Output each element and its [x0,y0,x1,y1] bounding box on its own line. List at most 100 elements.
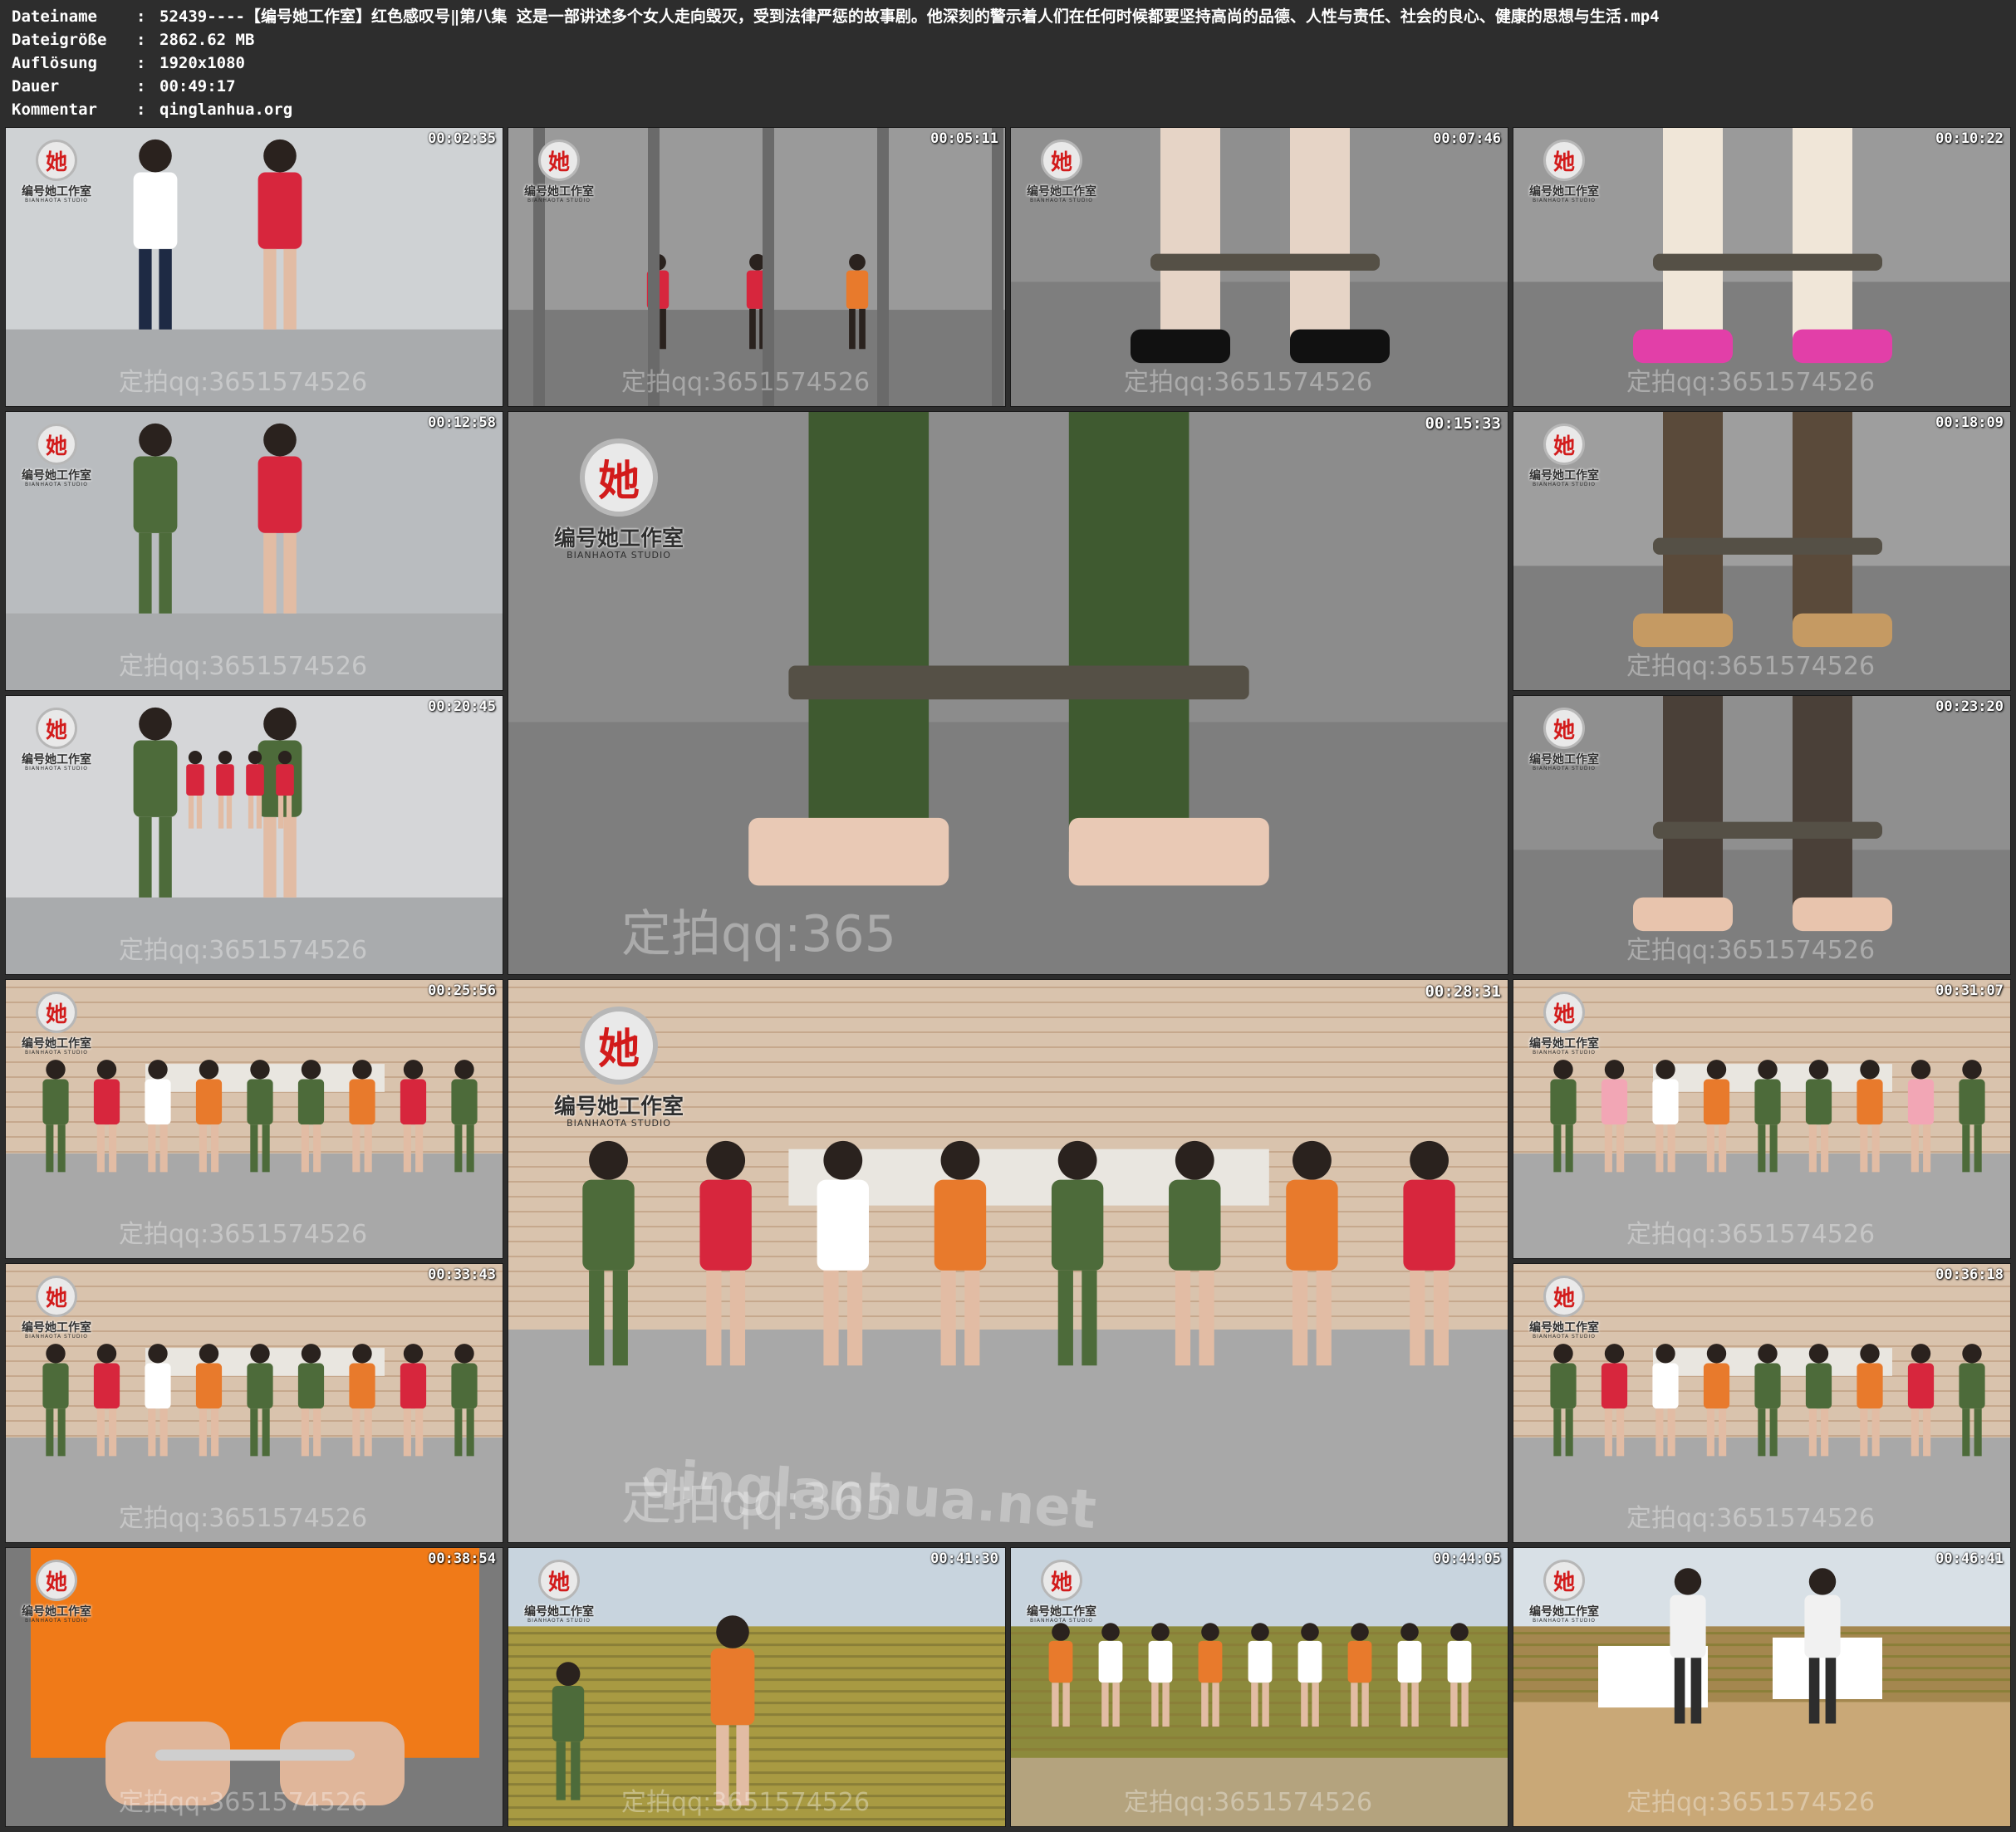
logo-brand: 编号她工作室 [1027,1605,1096,1619]
video-thumbnail[interactable]: 她编号她工作室 BIANHAOTA STUDIO 00:31:07 定拍qq:3651… [1513,979,2011,1259]
video-thumbnail[interactable]: 她编号她工作室 BIANHAOTA STUDIO 00:12:58 定拍qq:3651… [5,411,503,691]
contact-watermark: 定拍qq:365 [621,905,896,963]
logo-glyph: 她 [45,434,67,459]
video-thumbnail[interactable]: 她编号她工作室 BIANHAOTA STUDIO 00:20:45 定拍qq:3651… [5,695,503,975]
logo-brand: 编号她工作室 [553,527,684,551]
studio-logo: 她编号她工作室 BIANHAOTA STUDIO [19,1555,94,1631]
logo-subtitle: BIANHAOTA STUDIO [1030,1618,1093,1624]
thumbnail-timestamp: 00:18:09 [1935,414,2004,431]
thumbnail-timestamp: 00:02:35 [428,130,496,147]
contact-watermark: 定拍qq:3651574526 [1626,368,1876,397]
padlock-logo-icon: 她 [1543,1560,1585,1601]
thumbnail-timestamp: 00:31:07 [1935,982,2004,999]
logo-glyph: 她 [547,149,570,175]
thumbnail-timestamp: 00:15:33 [1425,414,1501,433]
video-thumbnail[interactable]: 她编号她工作室 BIANHAOTA STUDIO 00:41:30 定拍qq:3651… [508,1547,1006,1827]
video-thumbnail[interactable]: 她编号她工作室 BIANHAOTA STUDIO 00:02:35 定拍qq:3651… [5,127,503,407]
studio-logo: 她编号她工作室 BIANHAOTA STUDIO [522,1555,596,1631]
logo-glyph: 她 [1552,718,1575,743]
video-thumbnail[interactable]: 她编号她工作室 BIANHAOTA STUDIO 00:44:05 定拍qq:3651… [1010,1547,1508,1827]
contact-watermark: 定拍qq:3651574526 [119,1788,368,1817]
logo-glyph: 她 [45,1286,67,1311]
logo-brand: 编号她工作室 [1529,753,1599,767]
logo-subtitle: BIANHAOTA STUDIO [25,1050,88,1056]
logo-subtitle: BIANHAOTA STUDIO [25,482,88,487]
padlock-logo-icon: 她 [538,1560,580,1601]
logo-brand: 编号她工作室 [22,469,91,482]
logo-glyph: 她 [1050,149,1072,175]
padlock-logo-icon: 她 [1041,140,1082,181]
studio-logo: 她编号她工作室 BIANHAOTA STUDIO [1527,1555,1602,1631]
video-thumbnail[interactable]: 她编号她工作室 BIANHAOTA STUDIO 00:46:41 定拍qq:3651… [1513,1547,2011,1827]
logo-subtitle: BIANHAOTA STUDIO [1533,1334,1596,1340]
studio-logo: 她编号她工作室 BIANHAOTA STUDIO [19,135,94,211]
logo-subtitle: BIANHAOTA STUDIO [1533,1618,1596,1624]
contact-watermark: 定拍qq:3651574526 [119,368,368,397]
contact-watermark: 定拍qq:3651574526 [119,1504,368,1533]
video-thumbnail[interactable]: 她编号她工作室 BIANHAOTA STUDIO 00:23:20 定拍qq:3651… [1513,695,2011,975]
logo-subtitle: BIANHAOTA STUDIO [567,550,671,561]
video-thumbnail[interactable]: 她编号她工作室 BIANHAOTA STUDIO 00:38:54 定拍qq:3651… [5,1547,503,1827]
video-thumbnail[interactable]: 她编号她工作室 BIANHAOTA STUDIO 00:07:46 定拍qq:3651… [1010,127,1508,407]
studio-logo: 她编号她工作室 BIANHAOTA STUDIO [548,430,689,573]
studio-logo: 她编号她工作室 BIANHAOTA STUDIO [19,1271,94,1347]
video-thumbnail[interactable]: 她编号她工作室 BIANHAOTA STUDIO 00:33:43 定拍qq:3651… [5,1263,503,1543]
thumbnail-timestamp: 00:36:18 [1935,1266,2004,1283]
logo-glyph: 她 [1552,1570,1575,1595]
video-thumbnail[interactable]: 她编号她工作室 BIANHAOTA STUDIO 00:18:09 定拍qq:3651… [1513,411,2011,691]
logo-subtitle: BIANHAOTA STUDIO [25,1618,88,1624]
logo-brand: 编号她工作室 [1027,185,1096,198]
video-thumbnail[interactable]: 她编号她工作室 BIANHAOTA STUDIO 00:15:33 定拍qq:365 [508,411,1508,975]
thumbnail-timestamp: 00:38:54 [428,1550,496,1567]
logo-glyph: 她 [1552,1002,1575,1027]
logo-subtitle: BIANHAOTA STUDIO [25,1334,88,1340]
contact-watermark: 定拍qq:3651574526 [1124,368,1373,397]
thumbnail-grid: 她编号她工作室 BIANHAOTA STUDIO 00:02:35 定拍qq:3651… [0,0,2016,1832]
video-thumbnail[interactable]: 她编号她工作室 BIANHAOTA STUDIO 00:25:56 定拍qq:3651… [5,979,503,1259]
logo-subtitle: BIANHAOTA STUDIO [1533,1050,1596,1056]
logo-brand: 编号她工作室 [22,185,91,198]
video-thumbnail[interactable]: 她编号她工作室 BIANHAOTA STUDIO 00:36:18 定拍qq:3651… [1513,1263,2011,1543]
studio-logo: 她编号她工作室 BIANHAOTA STUDIO [548,998,689,1141]
video-thumbnail[interactable]: 她编号她工作室 BIANHAOTA STUDIO 00:05:11 定拍qq:3651… [508,127,1006,407]
logo-brand: 编号她工作室 [1529,1321,1599,1335]
logo-brand: 编号她工作室 [1529,1605,1599,1619]
logo-subtitle: BIANHAOTA STUDIO [1533,198,1596,203]
studio-logo: 她编号她工作室 BIANHAOTA STUDIO [1527,419,1602,495]
padlock-logo-icon: 她 [580,1007,658,1085]
video-thumbnail[interactable]: 她编号她工作室 BIANHAOTA STUDIO 00:28:31 定拍qq:365 q… [508,979,1508,1543]
contact-watermark: 定拍qq:3651574526 [1124,1788,1373,1817]
logo-subtitle: BIANHAOTA STUDIO [527,198,591,203]
thumbnail-timestamp: 00:20:45 [428,698,496,715]
logo-glyph: 她 [598,1025,640,1073]
logo-glyph: 她 [45,718,67,743]
padlock-logo-icon: 她 [538,140,580,181]
thumbnail-timestamp: 00:46:41 [1935,1550,2004,1567]
logo-glyph: 她 [45,1002,67,1027]
logo-subtitle: BIANHAOTA STUDIO [1533,482,1596,487]
logo-subtitle: BIANHAOTA STUDIO [567,1118,671,1129]
logo-glyph: 她 [598,457,640,505]
padlock-logo-icon: 她 [1543,992,1585,1033]
padlock-logo-icon: 她 [1543,1276,1585,1317]
contact-watermark: 定拍qq:3651574526 [119,1220,368,1249]
padlock-logo-icon: 她 [1543,424,1585,465]
studio-logo: 她编号她工作室 BIANHAOTA STUDIO [19,703,94,779]
padlock-logo-icon: 她 [36,1276,77,1317]
logo-glyph: 她 [1552,149,1575,175]
logo-brand: 编号她工作室 [524,185,594,198]
logo-brand: 编号她工作室 [553,1095,684,1119]
logo-brand: 编号她工作室 [22,1037,91,1051]
video-thumbnail[interactable]: 她编号她工作室 BIANHAOTA STUDIO 00:10:22 定拍qq:3651… [1513,127,2011,407]
studio-logo: 她编号她工作室 BIANHAOTA STUDIO [19,987,94,1063]
studio-logo: 她编号她工作室 BIANHAOTA STUDIO [522,135,596,211]
contact-watermark: 定拍qq:3651574526 [119,652,368,681]
studio-logo: 她编号她工作室 BIANHAOTA STUDIO [1024,135,1099,211]
logo-brand: 编号她工作室 [22,1321,91,1335]
padlock-logo-icon: 她 [580,438,658,517]
thumbnail-timestamp: 00:12:58 [428,414,496,431]
logo-glyph: 她 [1050,1570,1072,1595]
studio-logo: 她编号她工作室 BIANHAOTA STUDIO [1527,1271,1602,1347]
logo-subtitle: BIANHAOTA STUDIO [25,198,88,203]
padlock-logo-icon: 她 [36,1560,77,1601]
